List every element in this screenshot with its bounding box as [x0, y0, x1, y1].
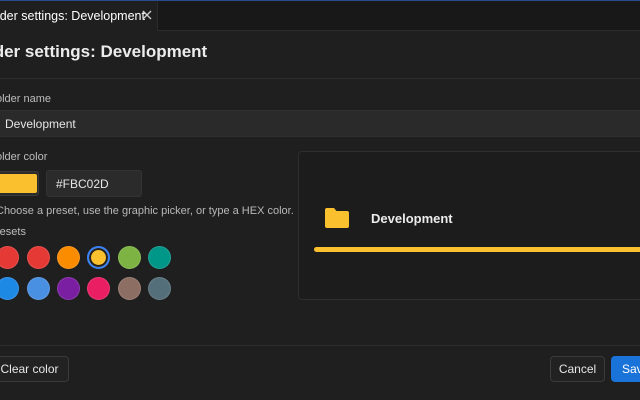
preset-color-swatch[interactable] [87, 246, 110, 269]
tab-label: older settings: Development [0, 9, 145, 23]
cancel-button[interactable]: Cancel [550, 356, 605, 382]
clear-color-button[interactable]: Clear color [0, 356, 69, 382]
preset-color-swatch[interactable] [118, 277, 141, 300]
tab-bar: older settings: Development [0, 0, 640, 31]
folder-color-label: older color [0, 151, 48, 163]
preview-folder-name: Development [371, 211, 453, 226]
folder-name-label: older name [0, 93, 52, 105]
presets-label: resets [0, 226, 26, 238]
folder-name-input[interactable] [0, 110, 640, 137]
preset-color-swatch[interactable] [118, 246, 141, 269]
folder-preview: Development [298, 151, 640, 300]
close-icon[interactable] [140, 8, 154, 22]
preset-color-swatch[interactable] [0, 246, 19, 269]
save-button[interactable]: Save [611, 356, 640, 382]
preview-color-bar [314, 247, 640, 252]
color-hint: Choose a preset, use the graphic picker,… [0, 205, 294, 217]
color-swatch [0, 174, 37, 193]
preset-color-swatch[interactable] [148, 277, 171, 300]
preset-color-swatch[interactable] [57, 277, 80, 300]
preset-color-swatch[interactable] [27, 246, 50, 269]
page-title: lder settings: Development [0, 42, 208, 61]
tab-folder-settings[interactable]: older settings: Development [0, 1, 158, 31]
folder-icon [325, 208, 349, 228]
preset-color-swatch[interactable] [57, 246, 80, 269]
footer-divider [0, 345, 640, 346]
color-picker-button[interactable] [0, 171, 39, 196]
preset-color-swatch[interactable] [0, 277, 19, 300]
preset-color-swatch[interactable] [148, 246, 171, 269]
folder-settings-page: older settings: Development lder setting… [0, 0, 640, 400]
preset-color-swatch[interactable] [87, 277, 110, 300]
preset-color-swatch[interactable] [27, 277, 50, 300]
header-divider [0, 78, 640, 79]
hex-color-input[interactable] [46, 170, 142, 197]
